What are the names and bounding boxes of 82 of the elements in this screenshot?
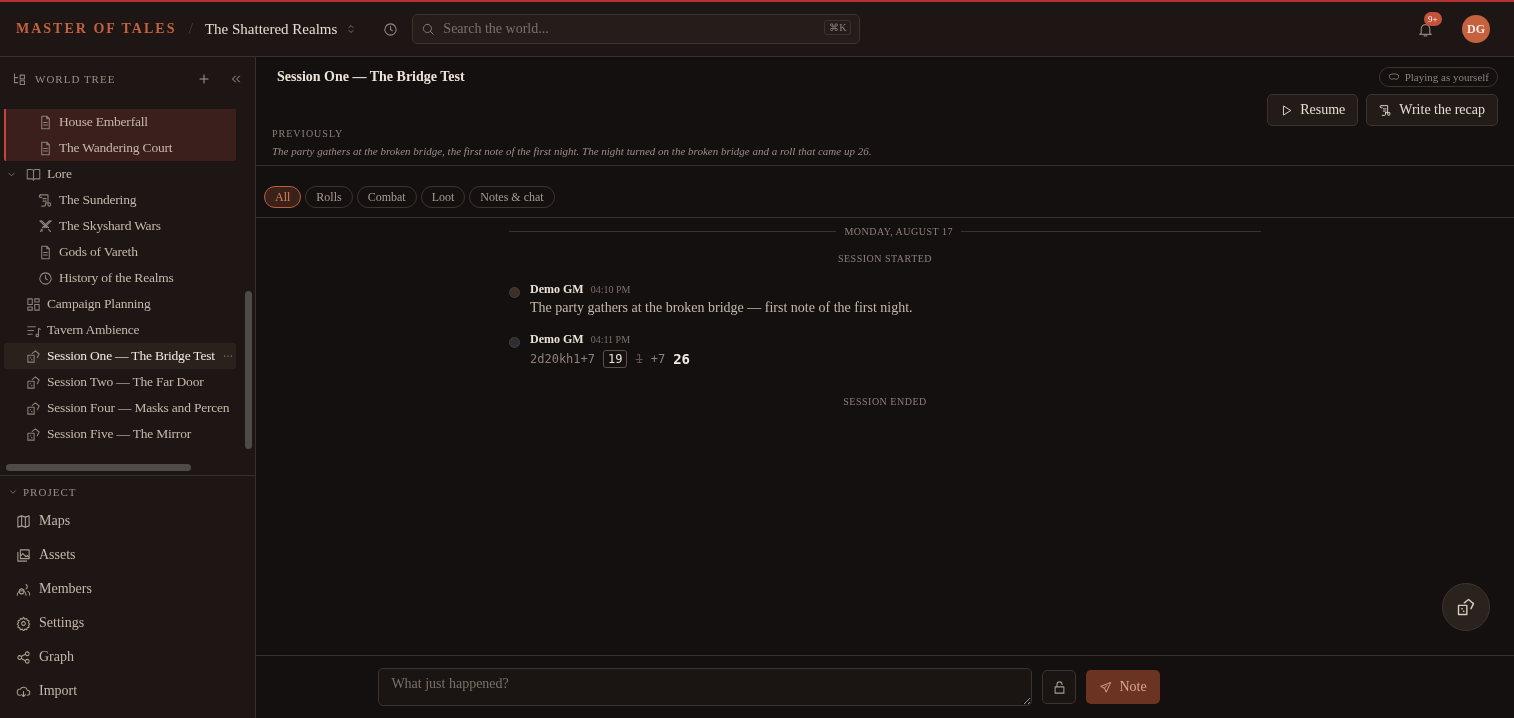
more-icon[interactable] [222, 354, 233, 358]
tree-item[interactable]: Lore [0, 161, 236, 187]
section-title: PROJECT [23, 486, 77, 498]
search-icon [421, 22, 436, 36]
nav-item[interactable]: Settings [0, 606, 255, 640]
tree-item[interactable]: The Wandering Court [6, 135, 236, 161]
nav-item[interactable]: Graph [0, 640, 255, 674]
tree-item[interactable]: History of the Realms [0, 265, 236, 291]
send-note-button[interactable]: Note [1086, 670, 1160, 704]
vertical-scrollbar[interactable] [245, 291, 252, 449]
dropped-die: 1 [635, 352, 643, 366]
chevron-down-icon[interactable] [8, 487, 18, 497]
scroll-icon [38, 192, 53, 208]
book-icon [26, 166, 41, 182]
add-icon[interactable] [197, 72, 211, 86]
tree-item[interactable]: Session Five — The Mirror [0, 421, 236, 447]
dice-icon [1456, 597, 1476, 617]
user-avatar[interactable]: DG [1462, 15, 1490, 43]
system-event: SESSION STARTED [836, 252, 934, 266]
scroll-icon [1379, 103, 1393, 117]
dice-formula: 2d20kh1+7 [530, 352, 596, 366]
share-icon [16, 649, 31, 665]
tree-item[interactable]: Campaign Planning [0, 291, 236, 317]
session-title: Session One — The Bridge Test [277, 69, 465, 85]
images-icon [16, 547, 31, 563]
action-button[interactable]: Write the recap [1366, 94, 1498, 126]
send-icon [1099, 680, 1113, 694]
note-text: The party gathers at the broken bridge — first note of the first night. [530, 300, 913, 316]
timestamp: 04:11 PM [590, 334, 631, 345]
tree-item[interactable]: Session Four — Masks and Percen [0, 395, 236, 421]
system-event: SESSION ENDED [842, 395, 928, 409]
action-button[interactable]: Resume [1267, 94, 1359, 126]
recap-text: The party gathers at the broken bridge, the first note of the first night. The night turned on the broken bridge and a roll that came up 26. [272, 145, 873, 157]
dashboard-icon [26, 296, 41, 312]
tree-item[interactable]: Session Two — The Far Door [0, 369, 236, 395]
visibility-toggle[interactable] [1042, 670, 1077, 704]
section-title: WORLD TREE [35, 73, 116, 85]
roll-total: 26 [673, 351, 691, 367]
author-name: Demo GM [530, 332, 584, 347]
dice-icon [26, 400, 41, 416]
brand-logo[interactable]: MASTER OF TALES [16, 21, 177, 37]
breadcrumb-separator: / [188, 20, 193, 38]
modifier: +7 [650, 352, 666, 366]
tree-item[interactable]: Gods of Vareth [0, 239, 236, 265]
notification-count: 9+ [1424, 11, 1442, 26]
document-icon [38, 114, 53, 130]
settings-icon [16, 615, 31, 631]
history-icon[interactable] [383, 21, 399, 37]
play-icon [1280, 103, 1294, 117]
horizontal-scrollbar[interactable] [6, 464, 191, 471]
tree-item[interactable]: House Emberfall [6, 109, 236, 135]
dice-icon [26, 374, 41, 390]
filter-chip[interactable]: All [264, 186, 302, 208]
collapse-icon[interactable] [229, 72, 243, 86]
nav-item[interactable]: Members [0, 572, 255, 606]
date-divider: MONDAY, AUGUST 17 [844, 226, 953, 237]
dice-icon [26, 348, 41, 364]
author-name: Demo GM [530, 282, 584, 297]
nav-item[interactable]: Maps [0, 504, 255, 538]
tree-item[interactable]: Tavern Ambience [0, 317, 236, 343]
dice-icon [26, 426, 41, 442]
document-icon [38, 140, 53, 156]
tree-item[interactable]: Session One — The Bridge Test [4, 343, 236, 369]
world-switcher[interactable]: The Shattered Realms [204, 20, 358, 38]
kept-die: 19 [603, 350, 628, 368]
dice-roll-button[interactable] [1442, 583, 1490, 631]
nav-item[interactable]: Import [0, 674, 255, 708]
shortcut-key: ⌘K [824, 20, 852, 35]
timestamp: 04:10 PM [590, 284, 631, 295]
nav-item[interactable]: Assets [0, 538, 255, 572]
unlock-icon [1051, 679, 1067, 695]
document-icon [38, 244, 53, 260]
tree-item[interactable]: The Skyshard Wars [0, 213, 236, 239]
map-icon [16, 513, 31, 529]
clock-icon [38, 270, 53, 286]
section-label: PREVIOUSLY [272, 128, 345, 139]
tree-icon [12, 71, 27, 87]
mask-icon [1387, 71, 1400, 83]
crossed-swords-icon [38, 218, 53, 234]
users-icon [16, 581, 31, 597]
tree-item[interactable]: The Sundering [0, 187, 236, 213]
note-input[interactable]: What just happened? [378, 668, 1033, 706]
